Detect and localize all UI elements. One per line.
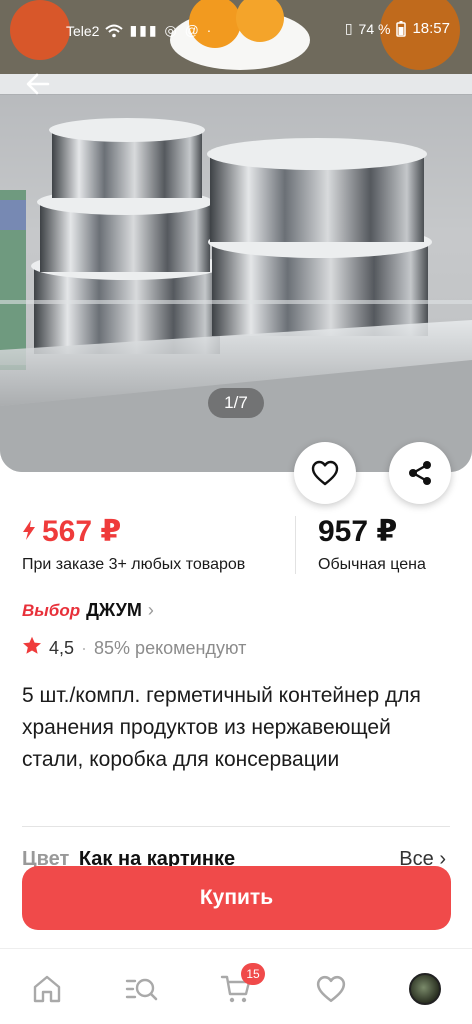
status-left: Tele2 ▮▮▮ ◎ @ · (66, 22, 213, 39)
carrier-label: Tele2 (66, 22, 100, 39)
rating-row[interactable]: 4,5 · 85% рекомендуют (22, 636, 246, 660)
regular-price-value: 957 ₽ (318, 515, 398, 548)
nav-profile[interactable] (405, 969, 445, 1009)
buy-button[interactable]: Купить (22, 866, 451, 930)
sale-price: 567 ₽ (22, 514, 121, 549)
battery-icon (396, 20, 407, 37)
gallery-counter: 1/7 (208, 388, 264, 418)
brand-link[interactable]: Выбор ДЖУМ › (22, 600, 154, 621)
clock: 18:57 (412, 20, 450, 37)
product-title: 5 шт./компл. герметичный контейнер для х… (22, 684, 421, 771)
regular-price-note: Обычная цена (318, 556, 426, 573)
status-bar: Tele2 ▮▮▮ ◎ @ · ▯ 74 % 18:57 (0, 0, 472, 60)
share-icon (409, 461, 431, 485)
price-divider (295, 516, 296, 574)
rating-value: 4,5 (49, 637, 75, 658)
cart-count-badge: 15 (241, 963, 265, 985)
lightning-icon (22, 515, 36, 549)
sale-price-note: При заказе 3+ любых товаров (22, 556, 246, 573)
sale-price-value: 567 ₽ (42, 515, 122, 548)
choice-badge: Выбор (22, 600, 81, 620)
bottom-navigation (0, 948, 472, 1024)
avatar (409, 973, 441, 1005)
back-button[interactable] (20, 66, 56, 102)
status-right: ▯ 74 % 18:57 (345, 20, 450, 37)
star-icon (22, 636, 42, 660)
heart-icon (316, 975, 346, 1003)
home-icon (33, 975, 61, 1003)
rating-separator: · (81, 637, 88, 658)
share-button[interactable] (389, 442, 451, 504)
nav-favorites[interactable] (311, 969, 351, 1009)
nav-catalog[interactable] (122, 969, 162, 1009)
wifi-icon (105, 24, 124, 38)
nav-home[interactable] (27, 969, 67, 1009)
heart-icon (311, 460, 339, 486)
battery-label: 74 % (358, 20, 391, 37)
product-photo-gallery[interactable]: Tele2 ▮▮▮ ◎ @ · ▯ 74 % 18:57 1/7 (0, 0, 472, 472)
price-block: 567 ₽ При заказе 3+ любых товаров 957 ₽ … (22, 514, 452, 580)
brand-name: ДЖУМ (86, 600, 142, 620)
recommend-percent: 85% рекомендуют (94, 637, 247, 658)
catalog-search-icon (125, 978, 158, 1001)
vibrate-icon: ▯ (344, 20, 353, 36)
chevron-right-icon: › (147, 600, 154, 620)
section-divider (22, 826, 450, 827)
notification-icons: ▮▮▮ ◎ @ · (129, 22, 214, 38)
arrow-left-icon (26, 73, 50, 95)
favorite-button[interactable] (294, 442, 356, 504)
